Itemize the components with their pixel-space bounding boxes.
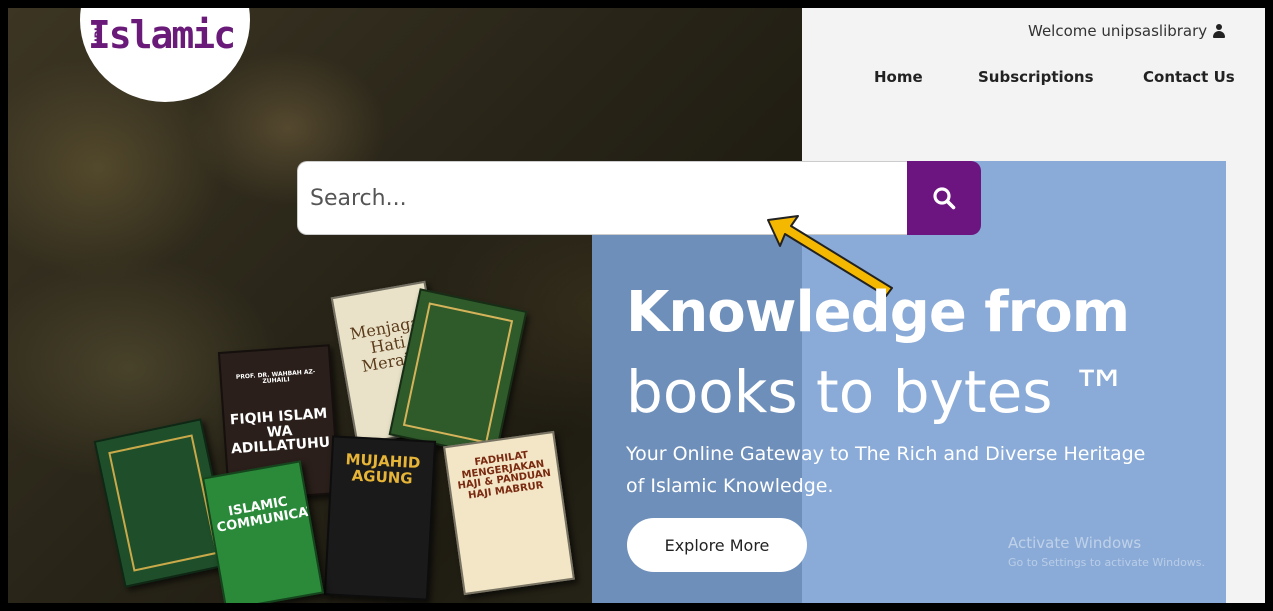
welcome-text: Welcome unipsaslibrary: [1028, 22, 1208, 40]
activation-watermark-subtitle: Go to Settings to activate Windows.: [1008, 556, 1206, 569]
nav-home[interactable]: Home: [874, 68, 923, 86]
nav-contact-us[interactable]: Contact Us: [1143, 68, 1235, 86]
user-icon[interactable]: [1213, 24, 1226, 38]
browser-frame: UPL Islamic Welcome unipsaslibrary Home …: [0, 0, 1273, 611]
book-cover-haji-mabrur: FADHILAT MENGERJAKAN HAJI & PANDUAN HAJI…: [443, 430, 575, 596]
nav-subscriptions[interactable]: Subscriptions: [978, 68, 1094, 86]
activation-watermark-title: Activate Windows: [1008, 534, 1142, 552]
logo-text: Islamic: [87, 13, 236, 57]
hero-headline-bold: Knowledge from: [626, 280, 1130, 345]
page: UPL Islamic Welcome unipsaslibrary Home …: [8, 8, 1265, 603]
book-title: FADHILAT MENGERJAKAN HAJI & PANDUAN HAJI…: [457, 449, 552, 501]
book-title: MUJAHID AGUNG: [345, 450, 421, 488]
hero-headline-light: books to bytes ™: [626, 358, 1129, 426]
book-author: PROF. DR. WAHBAH AZ-ZUHAILI: [235, 368, 316, 386]
search-button[interactable]: [907, 161, 981, 235]
hero-tagline: Your Online Gateway to The Rich and Dive…: [626, 443, 1146, 497]
book-title: ISLAMIC COMMUNICATION: [215, 494, 324, 536]
welcome-message: Welcome unipsaslibrary: [1028, 22, 1226, 40]
explore-more-button[interactable]: Explore More: [627, 518, 807, 572]
book-cover-mujahid-agung: MUJAHID AGUNG: [323, 435, 437, 601]
book-title: FIQIH ISLAM WA ADILLATUHU: [229, 405, 331, 458]
search-icon: [933, 187, 956, 210]
